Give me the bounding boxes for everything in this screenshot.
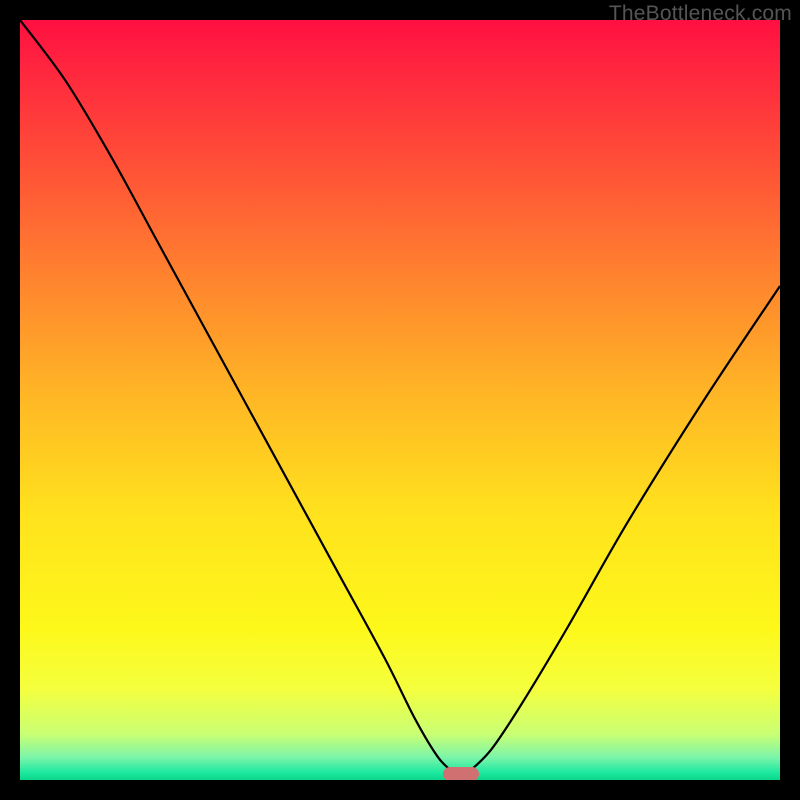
bottleneck-curve xyxy=(20,20,780,780)
chart-frame: TheBottleneck.com xyxy=(0,0,800,800)
curve-path xyxy=(20,20,780,780)
watermark-text: TheBottleneck.com xyxy=(609,2,792,26)
plot-area xyxy=(20,20,780,780)
optimum-marker xyxy=(443,767,479,780)
